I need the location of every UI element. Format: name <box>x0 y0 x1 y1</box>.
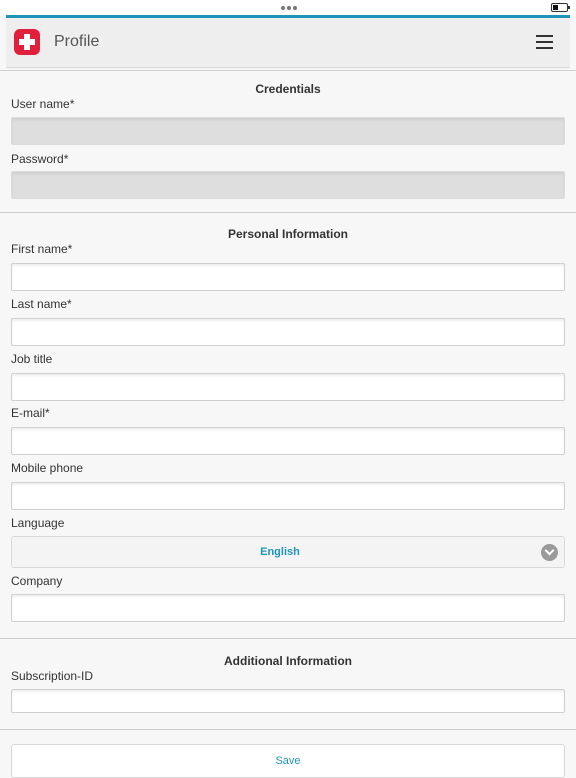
first-name-field[interactable] <box>11 263 565 291</box>
language-selected-value: English <box>260 546 300 558</box>
last-name-field[interactable] <box>11 318 565 346</box>
subscription-id-field[interactable] <box>11 689 565 713</box>
company-label: Company <box>11 574 63 588</box>
divider <box>0 70 576 71</box>
multitasking-dots-icon[interactable] <box>281 6 297 10</box>
mobile-phone-field[interactable] <box>11 482 565 510</box>
page-title: Profile <box>54 33 100 50</box>
status-bar <box>0 0 576 16</box>
section-title-credentials: Credentials <box>255 82 321 96</box>
username-label: User name* <box>11 97 75 111</box>
app-header: Profile <box>6 18 570 68</box>
section-title-personal-information: Personal Information <box>227 227 349 241</box>
subscription-id-label: Subscription-ID <box>11 669 94 683</box>
hamburger-menu-icon[interactable] <box>536 35 553 49</box>
company-field[interactable] <box>11 594 565 622</box>
first-name-label: First name* <box>11 242 73 256</box>
job-title-label: Job title <box>11 352 53 366</box>
last-name-label: Last name* <box>11 297 72 311</box>
language-label: Language <box>11 516 65 530</box>
section-title-additional-information: Additional Information <box>224 654 352 668</box>
divider <box>0 729 576 730</box>
password-field[interactable] <box>11 171 565 199</box>
password-label: Password* <box>11 152 69 166</box>
battery-icon <box>551 3 570 12</box>
username-field[interactable] <box>11 117 565 145</box>
chevron-down-icon <box>541 544 558 561</box>
divider <box>0 638 576 639</box>
email-field[interactable] <box>11 427 565 455</box>
swiss-cross-icon <box>14 29 40 55</box>
email-label: E-mail* <box>11 406 50 420</box>
job-title-field[interactable] <box>11 373 565 401</box>
divider <box>0 212 576 213</box>
mobile-phone-label: Mobile phone <box>11 461 84 475</box>
language-select[interactable]: English <box>11 536 565 568</box>
save-button[interactable]: Save <box>11 744 565 778</box>
